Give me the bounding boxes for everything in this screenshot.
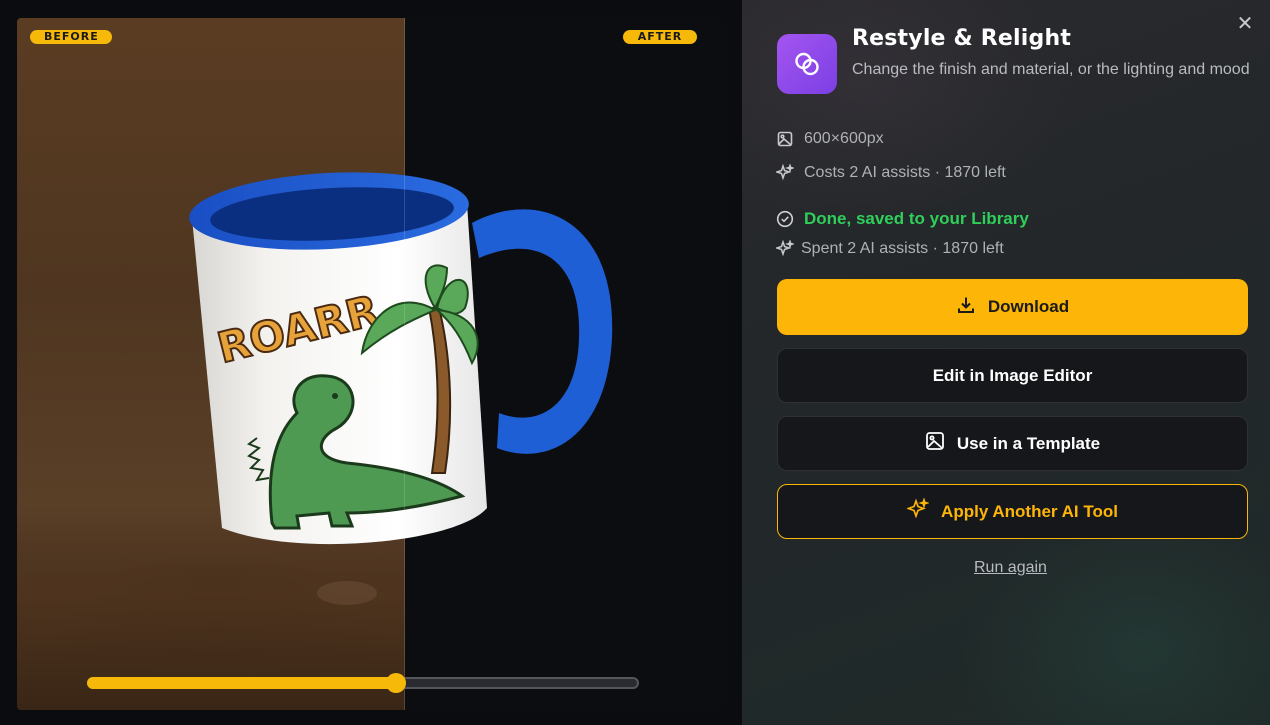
slider-thumb[interactable] xyxy=(386,673,407,693)
check-circle-icon xyxy=(776,210,794,228)
before-badge: BEFORE xyxy=(30,30,112,44)
download-icon xyxy=(956,295,976,320)
image-icon xyxy=(776,130,794,148)
comparison-canvas[interactable]: ROARR BEFORE AFTER xyxy=(17,18,721,710)
slider-fill xyxy=(87,677,397,689)
close-icon[interactable]: ✕ xyxy=(1234,12,1256,34)
status-text: Done, saved to your Library xyxy=(804,209,1029,228)
cost-text: Costs 2 AI assists · 1870 left xyxy=(804,164,1006,181)
comparison-divider[interactable] xyxy=(404,18,405,710)
comparison-slider[interactable] xyxy=(87,673,639,693)
mug-image: ROARR xyxy=(189,172,613,605)
image-icon xyxy=(925,431,945,456)
dimensions-text: 600×600px xyxy=(804,130,884,147)
dimensions-row: 600×600px xyxy=(776,130,884,148)
tool-subtitle: Change the finish and material, or the l… xyxy=(852,61,1250,78)
sparkles-icon xyxy=(906,497,930,525)
apply-another-ai-tool-label: Apply Another AI Tool xyxy=(941,501,1118,521)
cost-row: Costs 2 AI assists · 1870 left xyxy=(776,164,1006,182)
result-panel: ✕ Restyle & Relight Change the finish an… xyxy=(742,0,1270,725)
sparkles-icon xyxy=(776,164,794,182)
run-again-link[interactable]: Run again xyxy=(974,559,1047,577)
edit-in-image-editor-label: Edit in Image Editor xyxy=(932,365,1093,385)
tool-title: Restyle & Relight xyxy=(852,26,1072,51)
sparkles-icon xyxy=(776,240,794,258)
spent-row: Spent 2 AI assists · 1870 left xyxy=(776,240,1004,258)
linked-circles-icon xyxy=(777,34,837,94)
spent-text: Spent 2 AI assists · 1870 left xyxy=(801,240,1004,257)
download-button[interactable]: Download xyxy=(777,279,1248,335)
comparison-preview: ROARR BEFORE AFTER xyxy=(0,0,742,725)
status-row: Done, saved to your Library xyxy=(776,209,1029,229)
apply-another-ai-tool-button[interactable]: Apply Another AI Tool xyxy=(777,484,1248,539)
use-in-template-button[interactable]: Use in a Template xyxy=(777,416,1248,471)
after-badge: AFTER xyxy=(623,30,697,44)
download-label: Download xyxy=(987,297,1070,316)
use-in-template-label: Use in a Template xyxy=(956,433,1101,453)
edit-in-image-editor-button[interactable]: Edit in Image Editor xyxy=(777,348,1248,403)
